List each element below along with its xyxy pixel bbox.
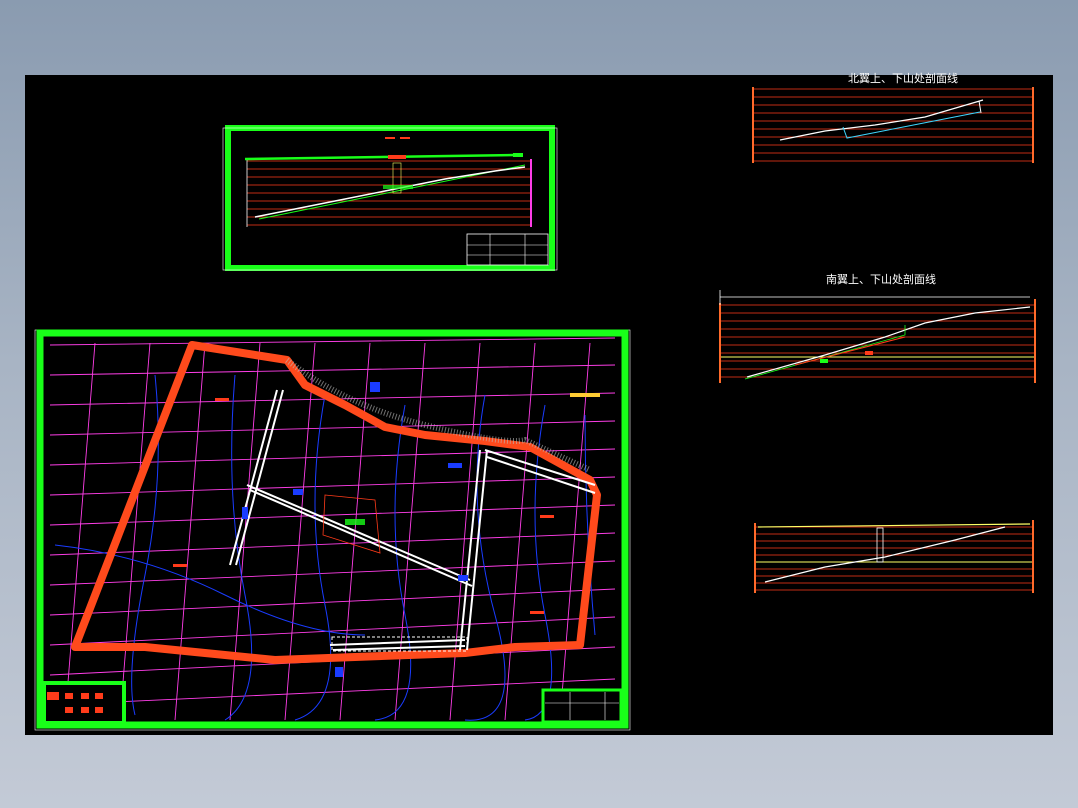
- terrain-profile: [779, 99, 984, 141]
- title-block: [541, 688, 623, 724]
- title-block: [466, 233, 549, 266]
- south-wing-section: [719, 290, 1036, 383]
- contour-lines: [54, 374, 596, 721]
- north-wing-section: [752, 87, 1034, 163]
- legend-box: [42, 681, 126, 725]
- cad-drawing: [34, 87, 1036, 731]
- third-section: [754, 520, 1034, 593]
- mine-boundary: [71, 341, 601, 664]
- north-section-title: 北翼上、下山处剖面线: [848, 72, 958, 85]
- cad-model-space[interactable]: 北翼上、下山处剖面线 南翼上、下山处剖面线: [25, 72, 1053, 735]
- terrain-profile: [764, 526, 1006, 583]
- section-sheet-top: [222, 125, 558, 271]
- sheet-frame: [36, 329, 629, 729]
- plan-sheet: [34, 329, 631, 731]
- south-section-title: 南翼上、下山处剖面线: [826, 273, 936, 286]
